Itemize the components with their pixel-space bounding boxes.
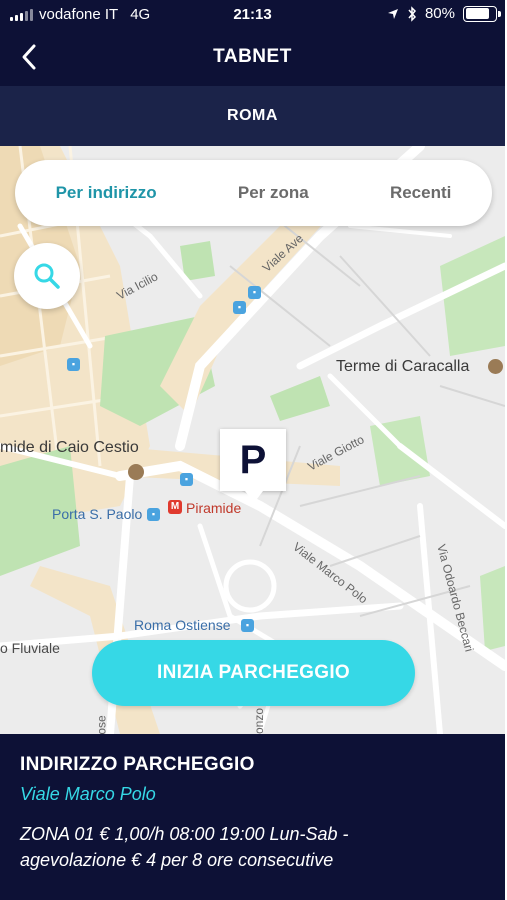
city-label: ROMA bbox=[0, 86, 505, 146]
search-icon bbox=[34, 263, 60, 289]
bus-stop-icon: ▪ bbox=[233, 301, 246, 314]
location-arrow-icon bbox=[387, 8, 398, 19]
app-screen: vodafone IT 4G 21:13 80% TABNET ROMA Via… bbox=[0, 0, 505, 900]
status-right: 80% bbox=[387, 5, 501, 22]
map-label-terme-caracalla: Terme di Caracalla bbox=[336, 358, 470, 375]
battery-percent: 80% bbox=[424, 5, 455, 22]
bus-stop-icon: ▪ bbox=[248, 286, 261, 299]
landmark-icon bbox=[488, 359, 503, 374]
battery-fill bbox=[465, 8, 489, 19]
metro-icon: M bbox=[168, 500, 182, 514]
tab-per-zona[interactable]: Per zona bbox=[238, 183, 309, 203]
page-title: TABNET bbox=[213, 46, 292, 67]
start-parking-button[interactable]: INIZIA PARCHEGGIO bbox=[92, 640, 415, 706]
tab-recenti[interactable]: Recenti bbox=[390, 183, 451, 203]
map-label-road-ose: ose bbox=[94, 715, 109, 734]
bus-stop-icon: ▪ bbox=[147, 508, 160, 521]
map-label-roma-ostiense: Roma Ostiense bbox=[134, 617, 231, 633]
bus-stop-icon: ▪ bbox=[180, 473, 193, 486]
status-bar: vodafone IT 4G 21:13 80% bbox=[0, 0, 505, 30]
tab-per-indirizzo[interactable]: Per indirizzo bbox=[56, 183, 157, 203]
map-label-road-onzo: onzo bbox=[252, 707, 267, 734]
map-label-piramide: Piramide bbox=[186, 500, 242, 516]
map-view[interactable]: Via Icilio Viale Ave Terme di Caracalla … bbox=[0, 146, 505, 734]
parking-marker[interactable]: P bbox=[220, 429, 286, 503]
info-heading: INDIRIZZO PARCHEGGIO bbox=[20, 754, 255, 775]
parking-marker-label: P bbox=[239, 438, 267, 482]
info-details: ZONA 01 € 1,00/h 08:00 19:00 Lun-Sab - a… bbox=[20, 824, 349, 870]
map-label-porta-san-paolo: Porta S. Paolo bbox=[52, 506, 143, 522]
parking-marker-tip bbox=[245, 491, 263, 503]
landmark-icon bbox=[128, 464, 144, 480]
battery-icon bbox=[463, 5, 501, 22]
search-mode-tabs: Per indirizzo Per zona Recenti bbox=[15, 160, 492, 226]
train-station-icon: ▪ bbox=[241, 619, 254, 632]
map-label-caio-cestio: mide di Caio Cestio bbox=[0, 439, 139, 456]
bluetooth-icon bbox=[408, 5, 416, 22]
parking-info-panel: INDIRIZZO PARCHEGGIO Viale Marco Polo ZO… bbox=[0, 734, 505, 900]
bus-stop-icon: ▪ bbox=[67, 358, 80, 371]
app-header: TABNET bbox=[0, 30, 505, 86]
search-button[interactable] bbox=[14, 243, 80, 309]
info-address: Viale Marco Polo bbox=[20, 784, 156, 804]
map-label-fluviale: o Fluviale bbox=[0, 640, 60, 656]
